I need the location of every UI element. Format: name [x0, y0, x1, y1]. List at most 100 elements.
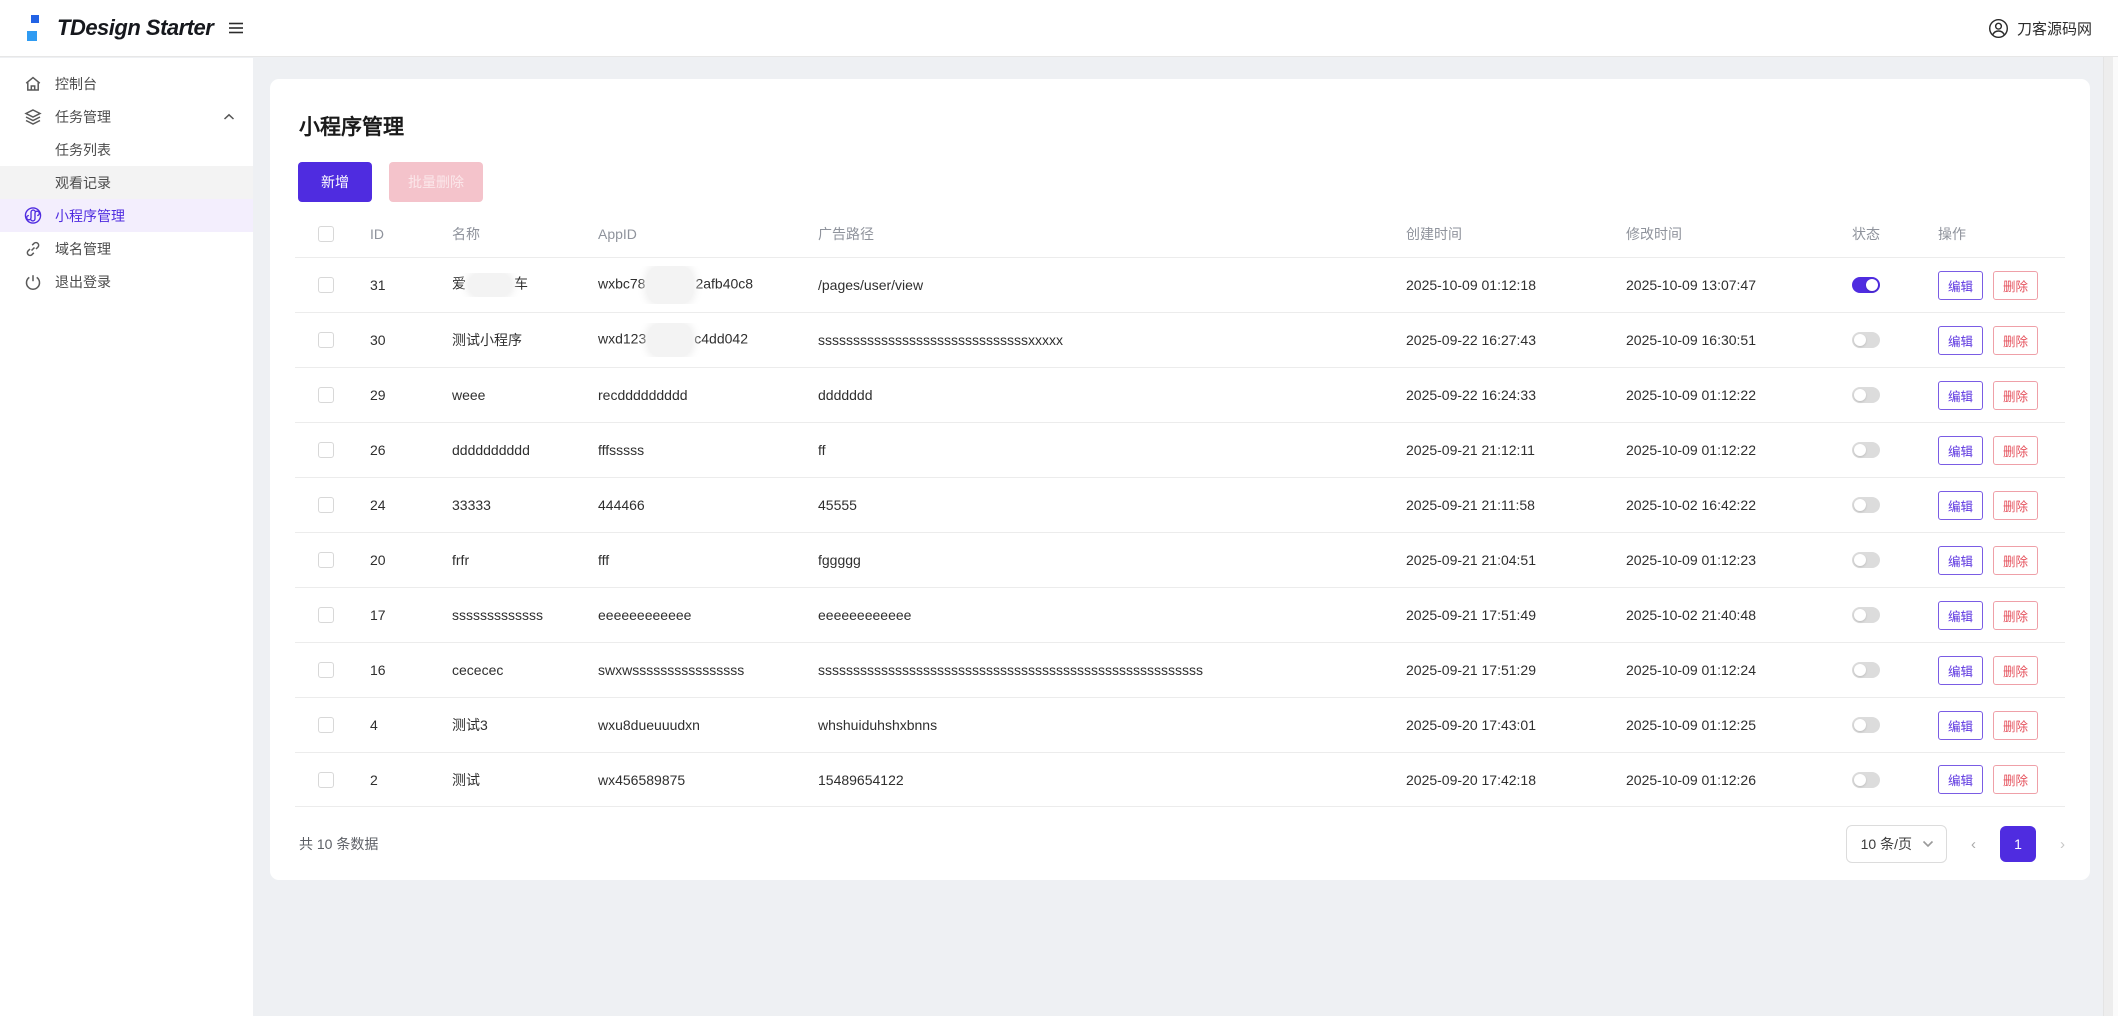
add-button[interactable]: 新增 [298, 162, 372, 202]
sidebar-item-dashboard[interactable]: 控制台 [0, 67, 253, 100]
page-size-select[interactable]: 10 条/页 [1845, 825, 1947, 863]
cell-id: 24 [370, 497, 386, 513]
prev-page-button[interactable]: ‹ [1971, 836, 1976, 853]
delete-button[interactable]: 删除 [1993, 325, 2039, 355]
page-title: 小程序管理 [299, 116, 404, 139]
sidebar-item-label: 退出登录 [55, 273, 111, 290]
link-icon [24, 240, 42, 258]
edit-button[interactable]: 编辑 [1938, 380, 1984, 410]
sidebar-item-watch-records[interactable]: 观看记录 [0, 166, 253, 199]
sidebar-item-task-management[interactable]: 任务管理 [0, 100, 253, 133]
status-toggle[interactable] [1852, 442, 1880, 458]
cell-path: eeeeeeeeeeee [818, 607, 912, 623]
delete-button[interactable]: 删除 [1993, 710, 2039, 740]
edit-button[interactable]: 编辑 [1938, 270, 1984, 300]
delete-button[interactable]: 删除 [1993, 655, 2039, 685]
delete-button[interactable]: 删除 [1993, 600, 2039, 630]
cell-appid: wxbc78 2afb40c8 [598, 266, 818, 304]
status-toggle[interactable] [1852, 552, 1880, 568]
cell-name: frfr [452, 552, 470, 568]
table-row: 31 爱车 wxbc78 2afb40c8 /pages/user/view 20… [295, 257, 2065, 312]
delete-button[interactable]: 删除 [1993, 435, 2039, 465]
cell-id: 30 [370, 332, 386, 348]
cell-appid: recddddddddd [598, 387, 688, 403]
current-page-button[interactable]: 1 [2000, 826, 2036, 862]
cell-appid: eeeeeeeeeeee [598, 607, 692, 623]
status-toggle[interactable] [1852, 607, 1880, 623]
row-checkbox[interactable] [318, 607, 334, 623]
delete-button[interactable]: 删除 [1993, 765, 2039, 794]
cell-modified: 2025-10-09 16:30:51 [1626, 332, 1756, 348]
cell-created: 2025-09-20 17:43:01 [1406, 717, 1536, 733]
column-header-modified: 修改时间 [1626, 226, 1682, 242]
delete-button[interactable]: 删除 [1993, 490, 2039, 520]
row-checkbox[interactable] [318, 277, 334, 293]
user-avatar-icon[interactable] [1988, 18, 2009, 39]
sidebar-item-domain-management[interactable]: 域名管理 [0, 232, 253, 265]
sidebar-item-task-list[interactable]: 任务列表 [0, 133, 253, 166]
table-footer: 共 10 条数据 10 条/页 ‹ 1 › [295, 807, 2065, 881]
cell-id: 31 [370, 277, 386, 293]
status-toggle[interactable] [1852, 717, 1880, 733]
cell-appid: wx456589875 [598, 771, 686, 788]
cell-path: ddddddd [818, 387, 873, 403]
delete-button[interactable]: 删除 [1993, 270, 2039, 300]
table-row: 20 frfr fff fggggg 2025-09-21 21:04:51 2… [295, 532, 2065, 587]
menu-toggle-icon[interactable] [227, 20, 245, 36]
cell-created: 2025-09-21 21:04:51 [1406, 552, 1536, 568]
censor-blob [648, 323, 693, 357]
cell-created: 2025-09-21 17:51:29 [1406, 662, 1536, 678]
censor-blob [468, 273, 512, 297]
edit-button[interactable]: 编辑 [1938, 435, 1984, 465]
column-header-status: 状态 [1852, 226, 1880, 242]
status-toggle[interactable] [1852, 771, 1880, 788]
sidebar-item-label: 小程序管理 [55, 207, 125, 224]
row-checkbox[interactable] [318, 442, 334, 458]
row-checkbox[interactable] [318, 717, 334, 733]
table-header-row: ID 名称 AppID 广告路径 创建时间 修改时间 状态 操作 [295, 211, 2065, 257]
cell-modified: 2025-10-09 01:12:26 [1626, 771, 1756, 788]
batch-delete-button[interactable]: 批量删除 [389, 162, 483, 202]
edit-button[interactable]: 编辑 [1938, 765, 1984, 794]
sidebar-item-label: 任务管理 [55, 108, 111, 125]
cell-id: 4 [370, 717, 378, 733]
scrollbar[interactable] [2103, 0, 2118, 1016]
edit-button[interactable]: 编辑 [1938, 600, 1984, 630]
delete-button[interactable]: 删除 [1993, 545, 2039, 575]
row-checkbox[interactable] [318, 771, 334, 788]
status-toggle[interactable] [1852, 277, 1880, 293]
delete-button[interactable]: 删除 [1993, 380, 2039, 410]
status-toggle[interactable] [1852, 662, 1880, 678]
cell-path: 15489654122 [818, 771, 904, 788]
row-checkbox[interactable] [318, 387, 334, 403]
cell-name: 测试3 [452, 717, 488, 733]
top-bar: TDesign Starter 刀客源码网 [0, 0, 2118, 57]
cell-modified: 2025-10-09 01:12:22 [1626, 387, 1756, 403]
sidebar-item-miniapp-management[interactable]: 小程序管理 [0, 199, 253, 232]
edit-button[interactable]: 编辑 [1938, 545, 1984, 575]
cell-appid: fffsssss [598, 442, 645, 458]
cell-modified: 2025-10-09 13:07:47 [1626, 277, 1756, 293]
cell-modified: 2025-10-09 01:12:24 [1626, 662, 1756, 678]
logo[interactable]: TDesign Starter [27, 13, 214, 43]
cell-path: 45555 [818, 497, 857, 513]
miniapp-management-card: 小程序管理 新增 批量删除 ID 名称 AppID 广告路径 创建时间 修改时间… [270, 79, 2090, 880]
row-checkbox[interactable] [318, 332, 334, 348]
edit-button[interactable]: 编辑 [1938, 325, 1984, 355]
column-header-appid: AppID [598, 226, 637, 242]
next-page-button[interactable]: › [2060, 836, 2065, 853]
cell-appid: wxu8dueuuudxn [598, 717, 700, 733]
status-toggle[interactable] [1852, 497, 1880, 513]
edit-button[interactable]: 编辑 [1938, 655, 1984, 685]
row-checkbox[interactable] [318, 662, 334, 678]
cell-path: ff [818, 442, 826, 458]
row-checkbox[interactable] [318, 552, 334, 568]
edit-button[interactable]: 编辑 [1938, 490, 1984, 520]
status-toggle[interactable] [1852, 387, 1880, 403]
select-all-checkbox[interactable] [318, 226, 334, 242]
sidebar-item-logout[interactable]: 退出登录 [0, 265, 253, 298]
edit-button[interactable]: 编辑 [1938, 710, 1984, 740]
row-checkbox[interactable] [318, 497, 334, 513]
user-name[interactable]: 刀客源码网 [2017, 18, 2092, 39]
status-toggle[interactable] [1852, 332, 1880, 348]
